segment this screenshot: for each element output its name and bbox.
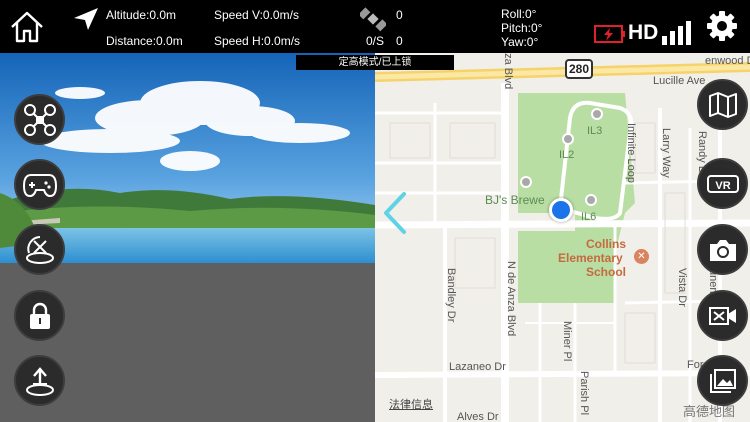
video-icon [708, 306, 736, 325]
poi-pin-icon [585, 194, 597, 206]
drone-mode-button[interactable] [14, 94, 65, 145]
vr-icon: VR [706, 174, 739, 193]
street-label: Infinite Loop [625, 123, 637, 183]
paper-plane-icon [74, 8, 98, 30]
controller-button[interactable] [14, 159, 65, 210]
vr-mode-button[interactable]: VR [697, 158, 748, 209]
poi-pin-icon [591, 108, 603, 120]
roll-readout: Roll:0° [501, 7, 537, 21]
distance-readout: Distance:0.0m [106, 34, 183, 48]
signal-strength-icon [662, 21, 691, 45]
os-value: 0 [396, 34, 403, 48]
home-icon [11, 11, 43, 43]
street-label: Alves Dr [457, 411, 499, 422]
yaw-readout: Yaw:0° [501, 35, 539, 49]
os-label: 0/S [366, 34, 385, 48]
poi-label: IL2 [559, 149, 575, 161]
street-label: Parish Pl [578, 371, 590, 416]
gallery-button[interactable] [697, 355, 748, 406]
street-label: Bandley Dr [445, 268, 457, 323]
hd-label: HD [628, 21, 659, 44]
altitude-readout: Altitude:0.0m [106, 8, 177, 22]
poi-label: IL6 [581, 211, 597, 223]
current-location-dot [549, 198, 573, 222]
record-video-button[interactable] [697, 290, 748, 341]
map-icon [708, 91, 737, 118]
street-label: Lucille Ave [653, 75, 706, 87]
street-label: Larry Way [660, 128, 672, 178]
satellite-icon [360, 7, 386, 32]
school-label-line2: Elementary [558, 251, 623, 265]
map-view[interactable]: 280 ✕ IL3 IL2 BJ's Brewe IL6 Collins Ele… [375, 53, 750, 422]
gallery-icon [709, 368, 736, 393]
pitch-readout: Pitch:0° [501, 21, 543, 35]
gear-icon [707, 11, 737, 41]
satellite-count: 0 [396, 8, 403, 22]
calibrate-icon [25, 235, 54, 264]
poi-pin-icon [562, 133, 574, 145]
school-pin-icon: ✕ [634, 249, 649, 264]
vertical-speed-readout: Speed V:0.0m/s [214, 8, 299, 22]
street-label: nza Blvd [502, 53, 514, 90]
lock-icon [29, 302, 50, 329]
camera-icon [709, 239, 736, 261]
settings-button[interactable] [706, 10, 738, 42]
legal-info-link[interactable]: 法律信息 [389, 396, 433, 412]
highway-shield: 280 [565, 59, 593, 79]
street-label: Vista Dr [676, 268, 688, 307]
poi-pin-icon [520, 176, 532, 188]
drone-icon [23, 103, 56, 136]
gamepad-icon [22, 173, 57, 197]
street-label: Miner Pl [561, 321, 573, 362]
status-bar: Altitude:0.0m Distance:0.0m Speed V:0.0m… [0, 0, 750, 53]
collapse-panel-arrow-icon[interactable] [380, 190, 410, 236]
lock-button[interactable] [14, 290, 65, 341]
home-button[interactable] [8, 8, 46, 46]
poi-label: BJ's Brewe [485, 193, 545, 207]
calibrate-button[interactable] [14, 224, 65, 275]
school-label-line3: School [586, 265, 627, 279]
flight-mode-banner: 定高模式/已上锁 [296, 55, 454, 70]
street-label: enwood Dr [705, 55, 750, 67]
school-label-line1: Collins [586, 237, 627, 251]
take-photo-button[interactable] [697, 224, 748, 275]
svg-text:VR: VR [715, 180, 730, 192]
poi-label: IL3 [587, 125, 603, 137]
street-label: N de Anza Blvd [505, 261, 517, 337]
map-toggle-button[interactable] [697, 79, 748, 130]
battery-warning-icon [594, 25, 625, 43]
street-label: Lazaneo Dr [449, 361, 506, 373]
takeoff-icon [25, 366, 54, 396]
takeoff-button[interactable] [14, 355, 65, 406]
horizontal-speed-readout: Speed H:0.0m/s [214, 34, 301, 48]
